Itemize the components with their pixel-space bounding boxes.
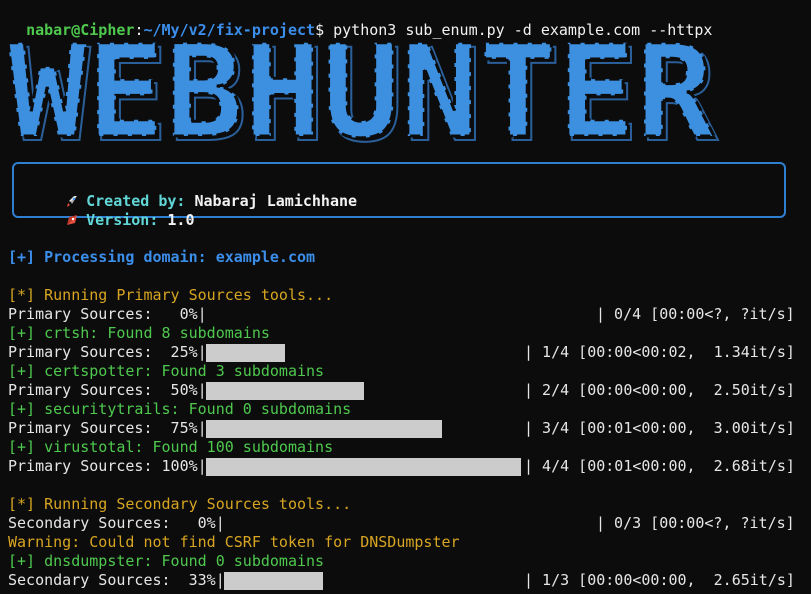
progress-label: Secondary Sources: 0%| [8,514,225,532]
processing-domain: example.com [215,248,316,266]
webhunter-banner: WEBHUNTER WEBHUNTER [7,17,720,173]
progress-label: Secondary Sources: 33%| [8,571,225,589]
progress-label: Primary Sources: 0%| [8,305,207,323]
primary-progress-2: Primary Sources: 50%| [8,381,207,400]
progress-label: Primary Sources: 100%| [8,457,207,475]
progress-stats: | 1/3 [00:00<00:00, 2.65it/s] [524,571,795,589]
dnsdumpster-warning: Warning: Could not find CSRF token for D… [8,533,460,551]
primary-progress-3: Primary Sources: 75%| [8,419,207,438]
prompt-line: nabar@Cipher:~/My/v2/fix-project$ python… [8,2,712,39]
progress-label: Primary Sources: 25%| [8,343,207,361]
progress-stats: | 0/3 [00:00<?, ?it/s] [596,514,795,532]
progress-label: Primary Sources: 50%| [8,381,207,399]
found-securitytrails: [+] securitytrails: Found 0 subdomains [8,400,352,418]
secondary-progress-0: Secondary Sources: 0%| [8,514,225,533]
banner-svg: WEBHUNTER WEBHUNTER [7,17,720,173]
rocket-icon [67,215,78,225]
author-info-box: Created by: Nabaraj Lamichhane Version: … [12,162,786,229]
progress-stats: | 0/4 [00:00<?, ?it/s] [596,305,795,323]
secondary-progress-1: Secondary Sources: 33%| [8,571,225,590]
version-label: Version: [86,211,159,229]
progress-stats: | 3/4 [00:01<00:00, 3.00it/s] [524,419,795,437]
primary-bar-3 [206,420,442,438]
created-value: Nabaraj Lamichhane [194,192,358,210]
progress-label: Primary Sources: 75%| [8,419,207,437]
primary-header: [*] Running Primary Sources tools... [8,286,334,304]
processing-label: [+] Processing domain: [8,248,207,266]
secondary-header: [*] Running Secondary Sources tools... [8,495,352,513]
progress-stats: | 1/4 [00:00<00:02, 1.34it/s] [524,343,795,361]
version-value: 1.0 [167,211,195,229]
primary-progress-0: Primary Sources: 0%| [8,305,207,324]
primary-bar-4 [206,458,521,476]
banner-text: WEBHUNTER [8,34,715,146]
progress-stats: | 2/4 [00:00<00:00, 2.50it/s] [524,381,795,399]
processing-line: [+] Processing domain: example.com [8,248,315,267]
primary-bar-2 [206,382,364,400]
found-certspotter: [+] certspotter: Found 3 subdomains [8,362,325,380]
found-virustotal: [+] virustotal: Found 100 subdomains [8,438,334,456]
primary-bar-1 [206,344,285,362]
primary-progress-4: Primary Sources: 100%| [8,457,207,476]
found-crtsh: [+] crtsh: Found 8 subdomains [8,324,270,342]
primary-progress-1: Primary Sources: 25%| [8,343,207,362]
version-row: Version: 1.0 [28,192,195,249]
secondary-bar-1 [224,572,323,590]
found-dnsdumpster: [+] dnsdumpster: Found 0 subdomains [8,552,325,570]
progress-stats: | 4/4 [00:01<00:00, 2.68it/s] [524,457,795,475]
